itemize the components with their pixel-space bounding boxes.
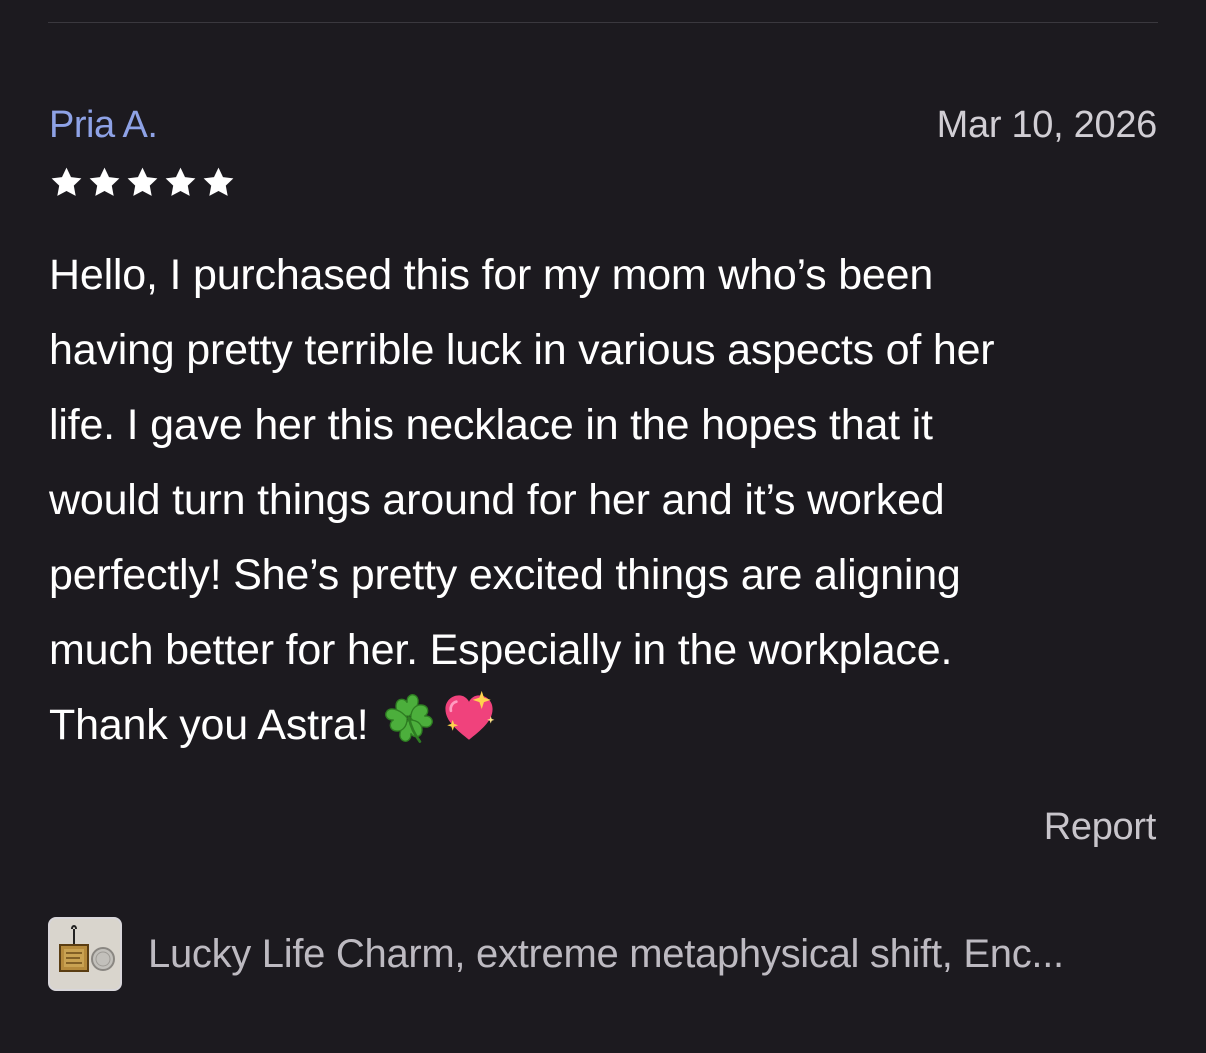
review-text-line: would turn things around for her and it’… bbox=[49, 476, 945, 524]
product-thumbnail[interactable] bbox=[48, 917, 122, 991]
review-text-line: life. I gave her this necklace in the ho… bbox=[49, 401, 933, 449]
top-divider bbox=[48, 22, 1158, 23]
review-text-last-line: Thank you Astra! bbox=[49, 688, 1157, 763]
star-icon bbox=[125, 165, 160, 200]
review-text-line: having pretty terrible luck in various a… bbox=[49, 326, 995, 374]
star-icon bbox=[87, 165, 122, 200]
review-date: Mar 10, 2026 bbox=[936, 103, 1158, 146]
product-title[interactable]: Lucky Life Charm, extreme metaphysical s… bbox=[148, 932, 1158, 977]
review-text-line: much better for her. Especially in the w… bbox=[49, 626, 953, 674]
star-icon bbox=[49, 165, 84, 200]
star-icon bbox=[201, 165, 236, 200]
report-link[interactable]: Report bbox=[1044, 806, 1157, 849]
review-card: Pria A. Mar 10, 2026 Hello, I purchased … bbox=[49, 100, 1157, 763]
emoji-group bbox=[380, 689, 498, 747]
review-text-line: Thank you Astra! bbox=[49, 701, 369, 749]
product-link[interactable]: Lucky Life Charm, extreme metaphysical s… bbox=[48, 916, 1158, 992]
star-rating bbox=[49, 162, 1157, 202]
sparkling-heart-icon bbox=[440, 689, 498, 747]
review-body: Hello, I purchased this for my mom who’s… bbox=[49, 238, 1157, 763]
review-text-line: perfectly! She’s pretty excited things a… bbox=[49, 551, 961, 599]
review-text-line: Hello, I purchased this for my mom who’s… bbox=[49, 251, 934, 299]
four-leaf-clover-icon bbox=[380, 689, 438, 747]
review-header: Pria A. Mar 10, 2026 bbox=[49, 100, 1157, 150]
star-icon bbox=[163, 165, 198, 200]
reviewer-name[interactable]: Pria A. bbox=[49, 104, 158, 147]
